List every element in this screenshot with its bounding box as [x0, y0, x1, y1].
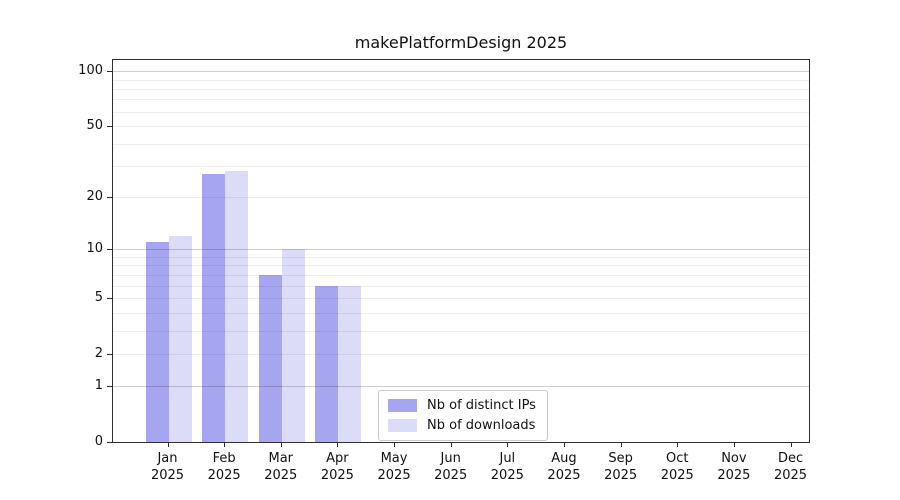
gridline-minor [113, 354, 809, 355]
x-tick-label-feb: Feb 2025 [195, 450, 253, 484]
gridline-minor [113, 331, 809, 332]
legend: Nb of distinct IPs Nb of downloads [378, 390, 548, 441]
bar-nb-of-distinct-ips-mar [259, 275, 282, 442]
y-tick [107, 354, 112, 355]
plot-area [112, 59, 810, 443]
y-tick-label: 2 [39, 347, 103, 361]
y-tick-label: 20 [39, 190, 103, 204]
gridline-major [113, 386, 809, 387]
gridline-minor [113, 313, 809, 314]
gridline-minor [113, 112, 809, 113]
y-tick [107, 71, 112, 72]
bar-nb-of-downloads-jan [169, 236, 192, 442]
gridline-minor [113, 265, 809, 266]
bar-nb-of-downloads-apr [338, 286, 361, 442]
x-tick-label-may: May 2025 [365, 450, 423, 484]
gridline-minor [113, 275, 809, 276]
gridline-minor [113, 257, 809, 258]
gridline-minor [113, 126, 809, 127]
legend-item-distinct-ips: Nb of distinct IPs [388, 398, 536, 413]
x-tick [337, 442, 338, 447]
y-tick [107, 249, 112, 250]
y-tick-label: 100 [39, 64, 103, 78]
y-tick [107, 197, 112, 198]
x-tick [564, 442, 565, 447]
bar-nb-of-distinct-ips-jan [146, 242, 169, 442]
x-tick [168, 442, 169, 447]
bar-nb-of-downloads-feb [225, 171, 248, 442]
x-tick-label-oct: Oct 2025 [648, 450, 706, 484]
x-tick [394, 442, 395, 447]
bar-nb-of-distinct-ips-feb [202, 174, 225, 442]
y-tick [107, 386, 112, 387]
y-tick [107, 442, 112, 443]
x-tick [734, 442, 735, 447]
x-tick-label-apr: Apr 2025 [308, 450, 366, 484]
x-tick [451, 442, 452, 447]
chart-title: makePlatformDesign 2025 [112, 33, 810, 52]
x-tick [507, 442, 508, 447]
gridline-minor [113, 144, 809, 145]
bar-nb-of-downloads-mar [282, 249, 305, 442]
bar-nb-of-distinct-ips-apr [315, 286, 338, 442]
x-tick [677, 442, 678, 447]
y-tick-label: 5 [39, 291, 103, 305]
gridline-minor [113, 80, 809, 81]
x-tick-label-dec: Dec 2025 [762, 450, 820, 484]
x-tick-label-sep: Sep 2025 [592, 450, 650, 484]
x-tick-label-jul: Jul 2025 [478, 450, 536, 484]
y-tick [107, 126, 112, 127]
legend-swatch-distinct-ips [388, 399, 417, 412]
gridline-minor [113, 298, 809, 299]
legend-label-distinct-ips: Nb of distinct IPs [427, 398, 536, 413]
gridline-minor [113, 197, 809, 198]
gridline-major [113, 71, 809, 72]
y-tick-label: 0 [39, 435, 103, 449]
gridline-minor [113, 99, 809, 100]
y-tick-label: 10 [39, 242, 103, 256]
legend-swatch-downloads [388, 419, 417, 432]
x-tick-label-jan: Jan 2025 [139, 450, 197, 484]
x-tick [281, 442, 282, 447]
y-tick-label: 50 [39, 119, 103, 133]
x-tick-label-nov: Nov 2025 [705, 450, 763, 484]
x-tick [791, 442, 792, 447]
figure: makePlatformDesign 2025 0 1 2 5 10 20 50 100 Jan… [0, 0, 900, 500]
gridline-minor [113, 89, 809, 90]
x-tick [621, 442, 622, 447]
gridline-minor [113, 166, 809, 167]
legend-label-downloads: Nb of downloads [427, 418, 535, 433]
x-tick-label-jun: Jun 2025 [422, 450, 480, 484]
y-tick-label: 1 [39, 379, 103, 393]
x-tick-label-mar: Mar 2025 [252, 450, 310, 484]
gridline-minor [113, 286, 809, 287]
x-tick-label-aug: Aug 2025 [535, 450, 593, 484]
legend-item-downloads: Nb of downloads [388, 418, 536, 433]
x-tick [224, 442, 225, 447]
gridline-major [113, 249, 809, 250]
y-tick [107, 298, 112, 299]
